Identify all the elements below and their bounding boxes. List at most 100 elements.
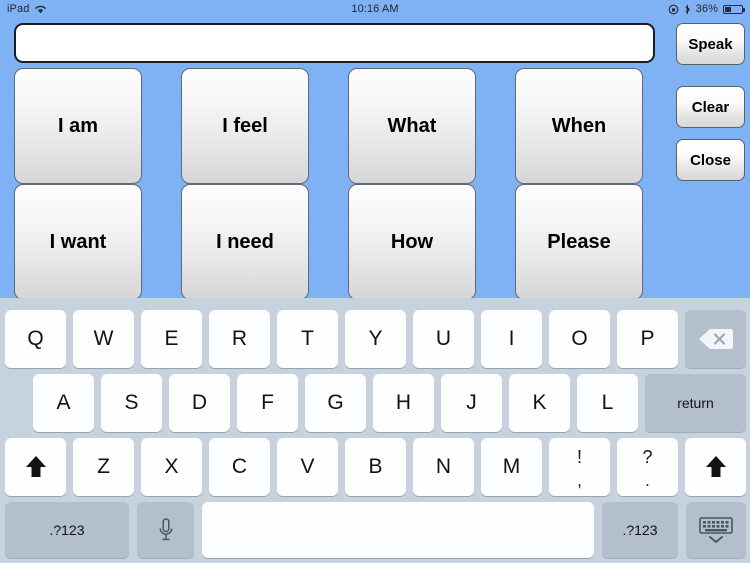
- key-k[interactable]: K: [509, 374, 570, 432]
- key-b[interactable]: B: [345, 438, 406, 496]
- numbers-key-label: .?123: [49, 522, 85, 538]
- key-label: N: [435, 455, 452, 478]
- bluetooth-icon: [684, 4, 691, 15]
- shift-icon: [705, 455, 727, 479]
- phrase-button-label: When: [551, 114, 607, 137]
- onscreen-keyboard: Q W E R T Y U I O P A S D F G H J K L re…: [0, 298, 750, 563]
- hide-keyboard-key[interactable]: [686, 502, 746, 558]
- phrase-button-i-feel[interactable]: I feel: [181, 68, 309, 184]
- status-bar-center: 10:16 AM: [0, 0, 750, 18]
- key-q[interactable]: Q: [5, 310, 66, 368]
- key-label: C: [231, 455, 248, 478]
- close-button-label: Close: [690, 151, 731, 169]
- backspace-icon: [698, 327, 733, 351]
- dictation-key[interactable]: [137, 502, 194, 558]
- backspace-key[interactable]: [685, 310, 746, 368]
- key-exclamation-comma[interactable]: ! ,: [549, 438, 610, 496]
- key-label: A: [56, 391, 71, 414]
- key-label: S: [124, 391, 139, 414]
- key-label: Q: [27, 327, 44, 350]
- key-label: O: [571, 327, 588, 350]
- clear-button[interactable]: Clear: [676, 86, 745, 128]
- key-label: D: [191, 391, 208, 414]
- ipad-screen: iPad 10:16 AM 36% Speak Clear Close I am…: [0, 0, 750, 563]
- phrase-button-when[interactable]: When: [515, 68, 643, 184]
- key-label: L: [601, 391, 614, 414]
- key-x[interactable]: X: [141, 438, 202, 496]
- key-question-period[interactable]: ? .: [617, 438, 678, 496]
- key-label: G: [327, 391, 344, 414]
- key-label: H: [395, 391, 412, 414]
- return-key[interactable]: return: [645, 374, 746, 432]
- shift-key-right[interactable]: [685, 438, 746, 496]
- numbers-key-label: .?123: [622, 522, 658, 538]
- phrase-button-please[interactable]: Please: [515, 184, 643, 300]
- key-z[interactable]: Z: [73, 438, 134, 496]
- phrase-button-i-need[interactable]: I need: [181, 184, 309, 300]
- key-label: U: [435, 327, 452, 350]
- phrase-button-i-am[interactable]: I am: [14, 68, 142, 184]
- key-n[interactable]: N: [413, 438, 474, 496]
- speak-button[interactable]: Speak: [676, 23, 745, 65]
- key-m[interactable]: M: [481, 438, 542, 496]
- phrase-button-how[interactable]: How: [348, 184, 476, 300]
- phrase-button-label: I am: [57, 114, 99, 137]
- key-u[interactable]: U: [413, 310, 474, 368]
- key-label: M: [502, 455, 521, 478]
- close-button[interactable]: Close: [676, 139, 745, 181]
- key-label: B: [368, 455, 383, 478]
- key-d[interactable]: D: [169, 374, 230, 432]
- key-label-top: ?: [642, 446, 653, 467]
- key-j[interactable]: J: [441, 374, 502, 432]
- key-label: Z: [97, 455, 110, 478]
- key-label: F: [261, 391, 274, 414]
- key-s[interactable]: S: [101, 374, 162, 432]
- app-content-area: Speak Clear Close I am I feel What When …: [0, 18, 750, 300]
- key-w[interactable]: W: [73, 310, 134, 368]
- key-a[interactable]: A: [33, 374, 94, 432]
- key-label: J: [466, 391, 477, 414]
- key-label-bottom: ,: [577, 470, 582, 490]
- key-label-bottom: .: [645, 470, 650, 490]
- key-e[interactable]: E: [141, 310, 202, 368]
- key-label: P: [640, 327, 655, 350]
- key-g[interactable]: G: [305, 374, 366, 432]
- shift-key-left[interactable]: [5, 438, 66, 496]
- key-label: E: [164, 327, 179, 350]
- speak-button-label: Speak: [688, 35, 733, 53]
- clock-time: 10:16 AM: [351, 3, 399, 15]
- status-bar: iPad 10:16 AM 36%: [0, 0, 750, 18]
- phrase-button-label: What: [387, 114, 437, 137]
- key-r[interactable]: R: [209, 310, 270, 368]
- battery-percent-label: 36%: [695, 3, 718, 15]
- phrase-button-what[interactable]: What: [348, 68, 476, 184]
- phrase-button-label: I need: [216, 230, 274, 253]
- key-f[interactable]: F: [237, 374, 298, 432]
- numbers-key-right[interactable]: .?123: [602, 502, 678, 558]
- key-v[interactable]: V: [277, 438, 338, 496]
- phrase-button-label: How: [390, 230, 434, 253]
- key-p[interactable]: P: [617, 310, 678, 368]
- key-label: V: [300, 455, 315, 478]
- key-i[interactable]: I: [481, 310, 542, 368]
- key-label: T: [301, 327, 314, 350]
- key-h[interactable]: H: [373, 374, 434, 432]
- key-label: I: [508, 327, 515, 350]
- key-t[interactable]: T: [277, 310, 338, 368]
- key-label: K: [532, 391, 547, 414]
- key-label-top: !: [576, 446, 582, 467]
- phrase-button-i-want[interactable]: I want: [14, 184, 142, 300]
- key-c[interactable]: C: [209, 438, 270, 496]
- numbers-key-left[interactable]: .?123: [5, 502, 129, 558]
- key-o[interactable]: O: [549, 310, 610, 368]
- key-label: W: [93, 327, 114, 350]
- key-l[interactable]: L: [577, 374, 638, 432]
- phrase-button-label: Please: [547, 230, 611, 253]
- key-y[interactable]: Y: [345, 310, 406, 368]
- phrase-text-input[interactable]: [14, 23, 655, 63]
- key-label: Y: [368, 327, 383, 350]
- phrase-button-label: I want: [49, 230, 107, 253]
- phrase-button-label: I feel: [222, 114, 268, 137]
- microphone-icon: [158, 517, 174, 543]
- space-key[interactable]: [202, 502, 594, 558]
